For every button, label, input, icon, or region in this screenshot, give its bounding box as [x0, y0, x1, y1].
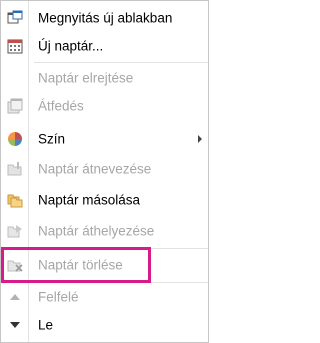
menu-item-label: Naptár elrejtése — [38, 70, 134, 86]
menu-item-label: Naptár átnevezése — [38, 161, 152, 177]
rename-calendar-icon — [6, 160, 24, 178]
new-calendar-icon — [6, 37, 24, 55]
menu-item-overlay[interactable]: Átfedés — [1, 93, 208, 119]
copy-calendar-icon — [6, 191, 24, 209]
move-down-arrow-icon — [6, 316, 24, 334]
move-calendar-icon — [6, 222, 24, 240]
overlay-calendar-icon — [6, 97, 24, 115]
move-up-arrow-icon — [6, 288, 24, 306]
menu-item-rename-calendar[interactable]: Naptár átnevezése — [1, 156, 208, 182]
menu-item-label: Felfelé — [38, 289, 79, 305]
menu-item-label: Megnyitás új ablakban — [38, 10, 173, 26]
menu-item-label: Naptár másolása — [38, 192, 141, 208]
calendar-context-menu: Megnyitás új ablakban Új naptár... Naptá… — [0, 0, 209, 343]
menu-item-move-up[interactable]: Felfelé — [1, 284, 208, 310]
menu-item-move-down[interactable]: Le — [1, 312, 208, 338]
menu-item-delete-calendar[interactable]: Naptár törlése — [1, 252, 208, 278]
menu-item-move-calendar[interactable]: Naptár áthelyezése — [1, 218, 208, 244]
menu-separator — [34, 62, 208, 63]
menu-item-label: Új naptár... — [38, 38, 104, 54]
open-in-new-window-icon — [6, 9, 24, 27]
menu-item-copy-calendar[interactable]: Naptár másolása — [1, 187, 208, 213]
menu-item-label: Átfedés — [38, 98, 84, 114]
menu-item-new-calendar[interactable]: Új naptár... — [1, 33, 208, 59]
delete-calendar-icon — [6, 256, 24, 274]
color-palette-icon — [6, 130, 24, 148]
submenu-arrow-icon — [198, 135, 202, 143]
menu-item-hide-calendar[interactable]: Naptár elrejtése — [1, 65, 208, 91]
menu-item-label: Le — [38, 317, 54, 333]
menu-separator — [34, 282, 208, 283]
menu-item-label: Szín — [38, 131, 66, 147]
menu-separator — [34, 248, 208, 249]
menu-item-label: Naptár törlése — [38, 257, 123, 273]
menu-item-open-in-new-window[interactable]: Megnyitás új ablakban — [1, 5, 208, 31]
menu-item-color[interactable]: Szín — [1, 126, 208, 152]
menu-item-label: Naptár áthelyezése — [38, 223, 155, 239]
